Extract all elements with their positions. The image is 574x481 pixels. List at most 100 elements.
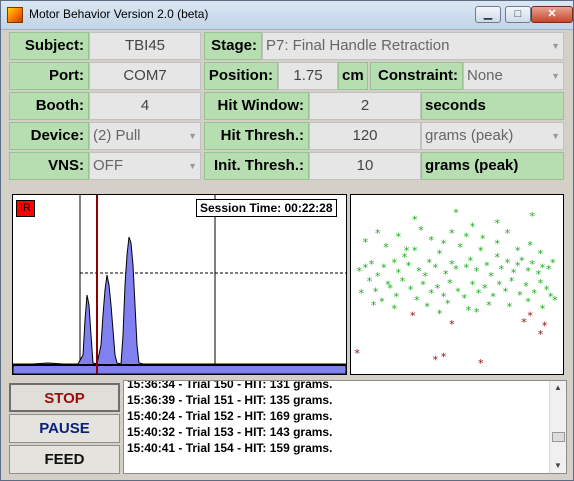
scroll-thumb[interactable] [552, 432, 565, 442]
hit-marker: * [470, 220, 476, 233]
miss-marker: * [521, 316, 527, 329]
init-thresh-field[interactable]: 10 [309, 152, 421, 180]
hit-marker: * [356, 265, 362, 278]
hit-marker: * [468, 255, 474, 268]
stage-value: P7: Final Handle Retraction [266, 37, 450, 54]
miss-marker: * [441, 350, 447, 363]
plot-panel: IR Session Time: 00:22:28 * * * * * * * * * * * * * *… [9, 191, 565, 376]
chevron-down-icon: ▼ [551, 71, 560, 81]
hit-marker: * [527, 239, 533, 252]
miss-marker: * [527, 309, 533, 322]
booth-field[interactable]: 4 [89, 92, 201, 120]
stage-label: Stage: [204, 32, 262, 60]
hit-marker: * [404, 244, 410, 257]
device-value: (2) Pull [93, 127, 141, 144]
hit-marker: * [515, 244, 521, 257]
booth-label: Booth: [9, 92, 89, 120]
vns-label: VNS: [9, 152, 89, 180]
hit-marker: * [373, 285, 379, 298]
constraint-value: None [467, 67, 503, 84]
chevron-down-icon: ▼ [188, 131, 197, 141]
miss-marker: * [542, 320, 548, 333]
hit-marker: * [453, 263, 459, 276]
hit-marker: * [435, 282, 441, 295]
hit-marker: * [507, 301, 513, 314]
miss-marker: * [449, 318, 455, 331]
hit-marker: * [371, 299, 377, 312]
log-line: 15:40:32 - Trial 153 - HIT: 143 grams. [127, 425, 333, 439]
hit-marker: * [525, 296, 531, 309]
hit-marker: * [494, 237, 500, 250]
position-label: Position: [204, 62, 278, 90]
matlab-logo-icon [7, 7, 23, 23]
hit-marker: * [358, 287, 364, 300]
hit-marker: * [408, 284, 414, 297]
window-title: Motor Behavior Version 2.0 (beta) [29, 7, 209, 21]
hit-marker: * [414, 294, 420, 307]
hit-marker: * [497, 279, 503, 292]
stage-dropdown[interactable]: P7: Final Handle Retraction ▼ [262, 32, 564, 60]
hit-marker: * [538, 248, 544, 261]
subject-label: Subject: [9, 32, 89, 60]
force-trace-plot [13, 195, 346, 374]
scroll-down-icon[interactable]: ▼ [550, 459, 566, 473]
hit-marker: * [503, 285, 509, 298]
hit-marker: * [478, 244, 484, 257]
hit-marker: * [447, 277, 453, 290]
scroll-up-icon[interactable]: ▲ [550, 381, 566, 395]
vns-dropdown[interactable]: OFF ▼ [89, 152, 201, 180]
hit-marker: * [470, 279, 476, 292]
hit-marker: * [505, 256, 511, 269]
trial-scatter-axes: * * * * * * * * * * * * * * * * * * * * * * * * * * * * * * * * * * * * * * * *… [350, 194, 564, 375]
hit-marker: * [532, 287, 538, 300]
hit-marker: * [416, 265, 422, 278]
position-field[interactable]: 1.75 [278, 62, 338, 90]
log-line: 15:40:24 - Trial 152 - HIT: 169 grams. [127, 409, 333, 423]
ir-indicator: IR [16, 200, 35, 217]
hit-thresh-field[interactable]: 120 [309, 122, 421, 150]
hit-marker: * [385, 279, 391, 292]
constraint-dropdown[interactable]: None ▼ [463, 62, 564, 90]
feed-button[interactable]: FEED [9, 445, 120, 474]
hit-marker: * [383, 241, 389, 254]
hit-marker: * [523, 280, 529, 293]
init-thresh-unit: grams (peak) [421, 152, 564, 180]
hit-marker: * [445, 297, 451, 310]
subject-field[interactable]: TBI45 [89, 32, 201, 60]
hit-marker: * [424, 301, 430, 314]
hit-marker: * [550, 256, 556, 269]
hit-window-field[interactable]: 2 [309, 92, 421, 120]
log-line: 15:36:39 - Trial 151 - HIT: 135 grams. [127, 393, 333, 407]
device-dropdown[interactable]: (2) Pull ▼ [89, 122, 201, 150]
hit-marker: * [474, 265, 480, 278]
hit-marker: * [529, 210, 535, 223]
hit-thresh-unit-dropdown[interactable]: grams (peak) ▼ [421, 122, 564, 150]
hit-marker: * [538, 277, 544, 290]
chevron-down-icon: ▼ [188, 161, 197, 171]
close-button[interactable]: ✕ [531, 6, 573, 23]
pause-button[interactable]: PAUSE [9, 414, 120, 443]
app-window: Motor Behavior Version 2.0 (beta) ▁ □ ✕ … [0, 0, 574, 481]
maximize-button[interactable]: □ [505, 6, 531, 23]
hit-thresh-unit: grams (peak) [425, 127, 514, 144]
log-scrollbar[interactable]: ▲ ▼ [549, 381, 566, 473]
miss-marker: * [433, 354, 439, 367]
constraint-label: Constraint: [370, 62, 463, 90]
hit-thresh-label: Hit Thresh.: [204, 122, 309, 150]
hit-marker: * [494, 217, 500, 230]
hit-marker: * [429, 234, 435, 247]
minimize-button[interactable]: ▁ [475, 6, 501, 23]
hit-marker: * [375, 270, 381, 283]
hit-marker: * [367, 275, 373, 288]
hit-marker: * [505, 227, 511, 240]
hit-marker: * [480, 232, 486, 245]
hit-marker: * [363, 261, 369, 274]
port-field[interactable]: COM7 [89, 62, 201, 90]
hit-marker: * [391, 302, 397, 315]
trial-log[interactable]: 15:36:34 - Trial 150 - HIT: 131 grams. 15… [123, 380, 567, 474]
hit-marker: * [369, 258, 375, 271]
hit-marker: * [552, 294, 558, 307]
stop-button[interactable]: STOP [9, 383, 120, 412]
device-label: Device: [9, 122, 89, 150]
hit-marker: * [441, 237, 447, 250]
